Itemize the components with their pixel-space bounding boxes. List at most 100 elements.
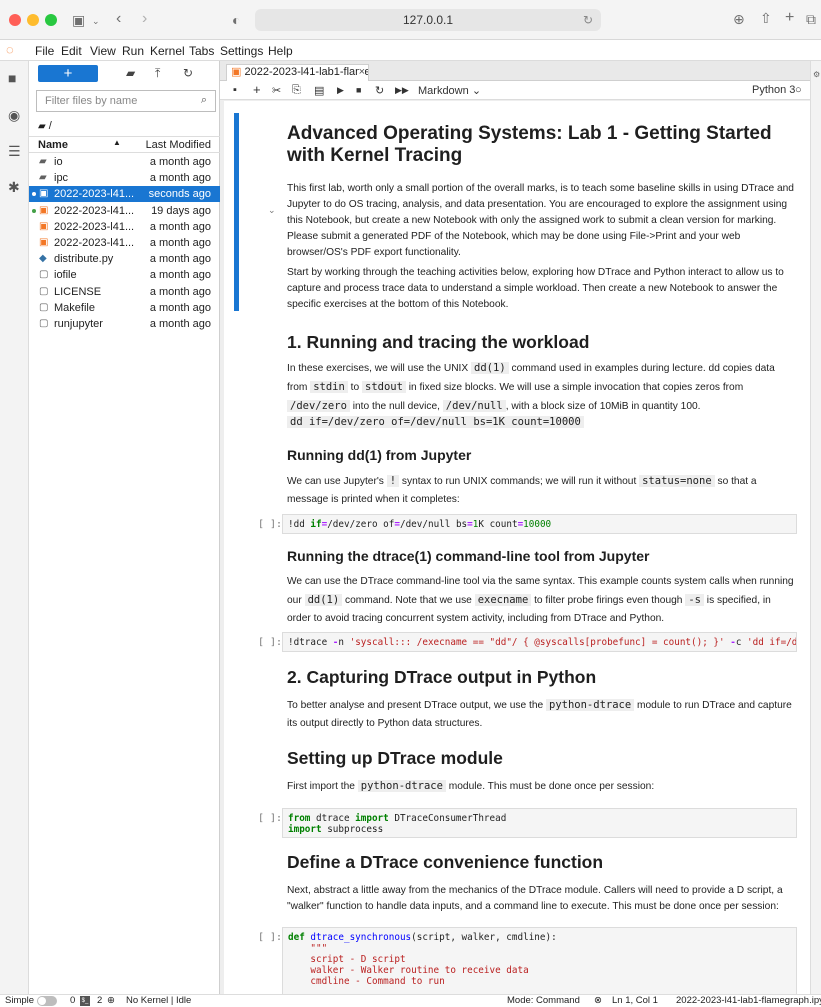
insert-cell-icon[interactable]: + (253, 82, 261, 97)
cell-type-select[interactable]: Markdown ⌄ (418, 84, 481, 97)
sidebar-toggle-icon[interactable]: ▣ (72, 13, 85, 27)
file-row[interactable]: ▢ LICENSE a month ago (29, 284, 220, 300)
file-modified: a month ago (149, 253, 211, 266)
sort-ascending-icon[interactable]: ▲ (113, 138, 121, 147)
dd-code-bang: ! (386, 475, 400, 487)
notebook-icon: ▣ (39, 220, 49, 232)
copy-icon[interactable]: ⎘ (292, 84, 301, 97)
paste-icon[interactable]: ▤ (314, 84, 324, 97)
upload-icon[interactable]: ⤒ (155, 66, 160, 81)
menu-run[interactable]: Run (122, 44, 144, 58)
new-tab-icon[interactable]: + (785, 10, 794, 26)
menu-help[interactable]: Help (268, 44, 293, 58)
dd-command-line: dd if=/dev/zero of=/dev/null bs=1K count… (287, 414, 797, 431)
python-file-icon: ◆ (39, 253, 47, 265)
code-cell-define[interactable]: def dtrace_synchronous(script, walker, c… (282, 927, 797, 994)
activity-bar: ■ ◉ ☰ ✱ (0, 61, 29, 994)
dd-code-status: status=none (639, 475, 715, 487)
code-cell-dtrace-cli[interactable]: !dtrace -n 'syscall::: /execname == "dd"… (282, 632, 797, 652)
file-row[interactable]: ▢ Makefile a month ago (29, 300, 220, 316)
back-icon[interactable]: ‹ (116, 11, 121, 27)
file-modified: a month ago (149, 318, 211, 330)
new-folder-icon[interactable]: ▰ (126, 66, 135, 80)
file-name: iofile (54, 269, 77, 282)
kernels-count[interactable]: 2 (97, 995, 102, 1007)
run-icon[interactable]: ▶ (337, 85, 344, 96)
cursor-position[interactable]: Ln 1, Col 1 (612, 995, 658, 1007)
menu-settings[interactable]: Settings (220, 44, 263, 58)
file-list-header: Name ▲ Last Modified (29, 136, 220, 153)
column-last-modified[interactable]: Last Modified (146, 139, 211, 151)
download-icon[interactable]: ⊕ (733, 12, 745, 26)
chevron-down-icon[interactable]: ⌄ (92, 14, 100, 28)
menu-file[interactable]: File (35, 44, 54, 58)
folder-icon[interactable]: ■ (8, 70, 16, 86)
file-row[interactable]: ▣ 2022-2023-l41... seconds ago (29, 186, 220, 203)
column-name[interactable]: Name (38, 139, 68, 151)
tab-overview-icon[interactable]: ⧉ (806, 12, 816, 26)
folder-icon: ▰ (39, 156, 47, 167)
menu-tabs[interactable]: Tabs (189, 44, 214, 58)
file-icon: ▢ (39, 318, 49, 329)
status-bar: Simple 0 $_ 2 ⊕ No Kernel | Idle Mode: C… (0, 994, 821, 1006)
s1-code-stdin: stdin (310, 381, 348, 393)
notebook-toolbar: ▪ + ✂ ⎘ ▤ ▶ ■ ↻ ▶▶ Markdown ⌄ Python 3 ○ (220, 81, 821, 100)
collapse-heading-icon[interactable]: ⌄ (268, 205, 276, 216)
menu-view[interactable]: View (90, 44, 116, 58)
address-bar[interactable]: 127.0.0.1 ↻ (255, 9, 601, 31)
tab-notebook[interactable]: ▣ 2022-2023-l41-lab1-flamegr × (226, 64, 369, 82)
share-icon[interactable]: ⇧ (760, 11, 772, 25)
file-row[interactable]: ▣ 2022-2023-l41... a month ago (29, 235, 220, 251)
minimize-window-button[interactable] (27, 14, 39, 26)
zoom-window-button[interactable] (45, 14, 57, 26)
file-row[interactable]: ▰ io a month ago (29, 154, 220, 170)
property-inspector-icon[interactable]: ⚙ (813, 70, 820, 79)
terminals-count[interactable]: 0 (70, 995, 75, 1007)
dtrace-cli-paragraph: We can use the DTrace command-line tool … (287, 573, 797, 628)
breadcrumb[interactable]: ▰ / (38, 120, 52, 132)
code-cell-import[interactable]: from dtrace import DTraceConsumerThread … (282, 808, 797, 838)
kernel-status[interactable]: No Kernel | Idle (126, 995, 191, 1007)
stop-icon[interactable]: ■ (356, 85, 361, 95)
close-tab-icon[interactable]: × (358, 65, 365, 80)
extensions-icon[interactable]: ✱ (8, 179, 20, 196)
notebook-content[interactable]: ⌄ Advanced Operating Systems: Lab 1 - Ge… (224, 101, 820, 994)
simple-mode-toggle[interactable] (37, 996, 57, 1006)
new-launcher-button[interactable]: + (38, 65, 98, 82)
save-icon[interactable]: ▪ (233, 84, 237, 96)
file-row[interactable]: ▢ iofile a month ago (29, 267, 220, 283)
privacy-shield-icon[interactable]: ◐ (232, 13, 240, 27)
forward-icon[interactable]: › (142, 11, 147, 27)
file-modified: a month ago (149, 172, 211, 185)
file-row[interactable]: ◆ distribute.py a month ago (29, 251, 220, 267)
running-kernels-icon[interactable]: ◉ (8, 107, 20, 124)
filter-files-input[interactable]: Filter files by name ⌕ (36, 90, 216, 112)
menu-edit[interactable]: Edit (61, 44, 82, 58)
close-window-button[interactable] (9, 14, 21, 26)
define-heading: Define a DTrace convenience function (287, 852, 604, 872)
cut-icon[interactable]: ✂ (272, 84, 281, 97)
cell-collapser[interactable] (234, 113, 239, 311)
menu-kernel[interactable]: Kernel (150, 44, 185, 58)
tab-title: 2022-2023-l41-lab1-flamegr (244, 66, 369, 78)
file-row[interactable]: ▣ 2022-2023-l41... a month ago (29, 219, 220, 235)
file-row[interactable]: ▰ ipc a month ago (29, 170, 220, 186)
file-name: 2022-2023-l41... (54, 220, 135, 233)
code-cell-dd[interactable]: !dd if=/dev/zero of=/dev/null bs=1K coun… (282, 514, 797, 534)
reload-icon[interactable]: ↻ (583, 9, 593, 31)
cli-text-b: command. Note that we use (342, 595, 475, 606)
table-of-contents-icon[interactable]: ☰ (8, 143, 21, 160)
kernel-icon: ⊕ (107, 995, 115, 1006)
file-row[interactable]: ▢ runjupyter a month ago (29, 316, 220, 332)
file-name: ipc (54, 172, 69, 185)
run-all-icon[interactable]: ▶▶ (395, 85, 409, 96)
kernel-name[interactable]: Python 3 (752, 84, 795, 96)
breadcrumb-root[interactable]: / (49, 120, 52, 132)
file-row[interactable]: ▣ 2022-2023-l41... 19 days ago (29, 203, 220, 219)
file-modified: a month ago (149, 301, 211, 314)
refresh-icon[interactable]: ↻ (183, 66, 193, 80)
settings-icon[interactable]: ⊗ (594, 995, 602, 1007)
cli-text-c: to filter probe firings even though (531, 595, 686, 606)
restart-icon[interactable]: ↻ (375, 84, 384, 97)
notebook-icon: ▣ (39, 204, 49, 216)
